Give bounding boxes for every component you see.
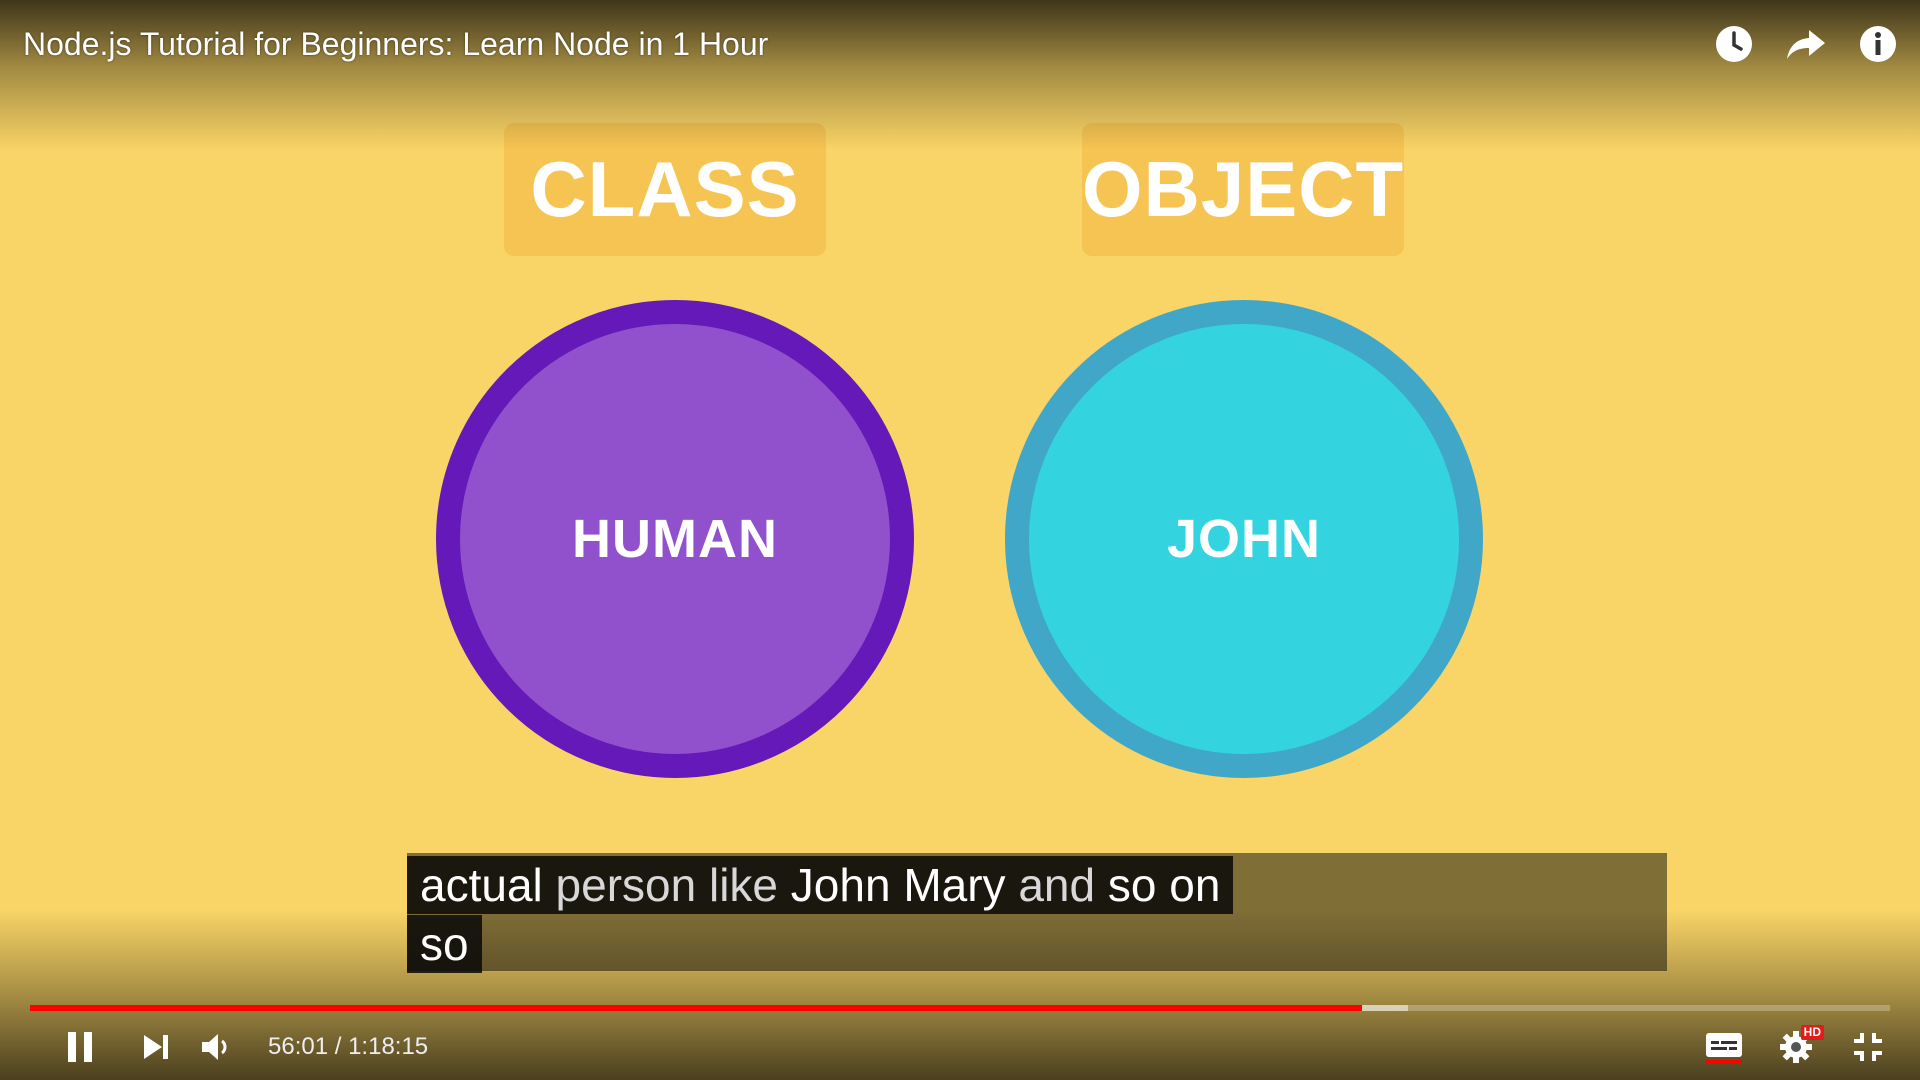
watch-later-icon	[1716, 26, 1752, 62]
human-circle-text: HUMAN	[572, 509, 778, 569]
info-icon	[1860, 26, 1896, 62]
caption-word: like	[708, 859, 778, 911]
controls-right: HD	[1694, 1021, 1898, 1073]
john-circle: JOHN	[1005, 300, 1483, 778]
caption-word: person	[555, 859, 697, 911]
caption-word: Mary	[903, 859, 1006, 911]
progress-bar[interactable]	[30, 1005, 1890, 1011]
top-icon-bar	[1712, 22, 1900, 66]
caption-word: so	[420, 918, 469, 970]
class-label: CLASS	[530, 145, 800, 233]
duration: 1:18:15	[348, 1033, 429, 1060]
video-title[interactable]: Node.js Tutorial for Beginners: Learn No…	[23, 22, 768, 66]
object-label: OBJECT	[1081, 145, 1405, 233]
current-time: 56:01	[268, 1033, 329, 1060]
caption-line-2: so	[407, 915, 482, 973]
exit-fullscreen-button[interactable]	[1838, 1021, 1898, 1073]
progress-played	[30, 1005, 1362, 1011]
video-player[interactable]: CLASS OBJECT HUMAN JOHN Node.js Tutorial…	[0, 0, 1920, 1080]
caption-word: on	[1169, 859, 1221, 911]
time-separator: /	[334, 1033, 342, 1060]
share-button[interactable]	[1784, 22, 1828, 66]
next-button[interactable]	[126, 1021, 186, 1073]
caption-word: so	[1107, 859, 1157, 911]
human-circle: HUMAN	[436, 300, 914, 778]
pause-button[interactable]	[50, 1021, 110, 1073]
skip-next-icon	[144, 1035, 168, 1059]
caption-word: John	[790, 859, 891, 911]
exit-fullscreen-icon	[1854, 1033, 1882, 1061]
settings-button[interactable]: HD	[1766, 1021, 1826, 1073]
subtitles-icon	[1706, 1033, 1742, 1064]
caption-line-1: actual person like John Mary and so on	[407, 856, 1234, 914]
controls-left: 56:01 / 1:18:15	[50, 1021, 428, 1073]
watch-later-button[interactable]	[1712, 22, 1756, 66]
caption-word: actual	[420, 859, 543, 911]
time-display: 56:01 / 1:18:15	[268, 1033, 428, 1061]
mute-button[interactable]	[186, 1021, 246, 1073]
hd-badge: HD	[1800, 1025, 1824, 1040]
caption-word: and	[1018, 859, 1096, 911]
subtitles-button[interactable]	[1694, 1021, 1754, 1073]
volume-icon	[202, 1034, 227, 1060]
share-icon	[1787, 30, 1825, 59]
john-circle-text: JOHN	[1166, 509, 1322, 569]
pause-icon	[68, 1032, 92, 1062]
info-button[interactable]	[1856, 22, 1900, 66]
